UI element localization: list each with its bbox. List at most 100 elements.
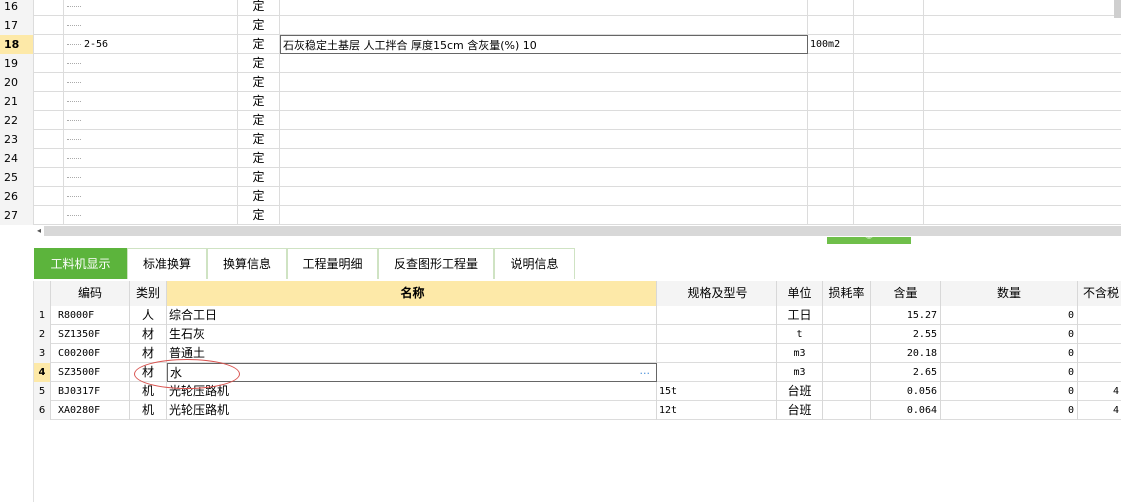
resource-content[interactable]: 20.18: [871, 344, 941, 363]
quota-cell[interactable]: [854, 149, 924, 168]
horizontal-scrollbar[interactable]: ◂: [34, 226, 1121, 236]
resource-loss-rate[interactable]: [823, 325, 871, 344]
row-number[interactable]: 26: [0, 187, 34, 206]
quota-type-cell[interactable]: 定: [238, 168, 280, 187]
quota-type-cell[interactable]: 定: [238, 54, 280, 73]
row-number[interactable]: 16: [0, 0, 34, 16]
quota-unit-cell[interactable]: [808, 54, 854, 73]
resource-price[interactable]: [1078, 325, 1121, 344]
quota-cell[interactable]: [854, 0, 924, 16]
quota-name-cell[interactable]: [280, 111, 808, 130]
resource-name-cell[interactable]: 普通土: [167, 344, 657, 363]
resource-row[interactable]: 2 SZ1350F 材生石灰 t 2.55 0: [34, 325, 1121, 344]
quota-row[interactable]: 24 定: [0, 149, 1121, 168]
quota-name-cell[interactable]: [280, 92, 808, 111]
header-spec[interactable]: 规格及型号: [657, 281, 777, 306]
row-number[interactable]: 27: [0, 206, 34, 225]
quota-cell[interactable]: [924, 35, 1121, 54]
header-unit[interactable]: 单位: [777, 281, 823, 306]
quota-row[interactable]: 16 定: [0, 0, 1121, 16]
header-quantity[interactable]: 数量: [941, 281, 1078, 306]
quota-code-cell[interactable]: [64, 16, 238, 35]
row-number[interactable]: 1: [34, 306, 51, 325]
resource-quantity[interactable]: 0: [941, 325, 1078, 344]
tab-standard-conversion[interactable]: 标准换算: [127, 248, 207, 279]
resource-unit[interactable]: 工日: [777, 306, 823, 325]
quota-code-cell[interactable]: [64, 92, 238, 111]
quota-cell[interactable]: [924, 187, 1121, 206]
quota-cell[interactable]: [854, 111, 924, 130]
row-number[interactable]: 2: [34, 325, 51, 344]
resource-price[interactable]: [1078, 306, 1121, 325]
resource-price[interactable]: [1078, 363, 1121, 382]
header-content[interactable]: 含量: [871, 281, 941, 306]
resource-code[interactable]: C00200F: [51, 344, 130, 363]
resource-unit[interactable]: 台班: [777, 401, 823, 420]
quota-row[interactable]: 23 定: [0, 130, 1121, 149]
quota-name-cell[interactable]: [280, 187, 808, 206]
quota-code-cell[interactable]: [64, 111, 238, 130]
resource-quantity[interactable]: 0: [941, 306, 1078, 325]
quota-type-cell[interactable]: 定: [238, 16, 280, 35]
quota-cell[interactable]: [854, 168, 924, 187]
quota-cell[interactable]: [854, 187, 924, 206]
resource-name-cell[interactable]: 光轮压路机: [167, 382, 657, 401]
header-name[interactable]: 名称: [167, 281, 657, 306]
resource-name-cell[interactable]: 水 ···: [167, 363, 657, 382]
quota-name-cell[interactable]: [280, 149, 808, 168]
row-number[interactable]: 5: [34, 382, 51, 401]
resource-spec[interactable]: [657, 325, 777, 344]
resource-loss-rate[interactable]: [823, 344, 871, 363]
resource-name-cell[interactable]: 光轮压路机: [167, 401, 657, 420]
quota-name-cell[interactable]: [280, 206, 808, 225]
quota-name-cell[interactable]: [280, 130, 808, 149]
resource-quantity[interactable]: 0: [941, 363, 1078, 382]
quota-cell[interactable]: [854, 35, 924, 54]
resource-spec[interactable]: 15t: [657, 382, 777, 401]
quota-cell[interactable]: [924, 149, 1121, 168]
resource-code[interactable]: R8000F: [51, 306, 130, 325]
row-number[interactable]: 25: [0, 168, 34, 187]
row-number[interactable]: 17: [0, 16, 34, 35]
quota-cell[interactable]: [854, 73, 924, 92]
quota-cell[interactable]: [924, 54, 1121, 73]
quota-code-cell[interactable]: [64, 54, 238, 73]
quota-unit-cell[interactable]: [808, 92, 854, 111]
quota-row[interactable]: 18 2-56 定石灰稳定土基层 人工拌合 厚度15cm 含灰量(%) 10 100m…: [0, 35, 1121, 54]
quota-name-cell[interactable]: [280, 54, 808, 73]
header-type[interactable]: 类别: [130, 281, 167, 306]
tab-description-info[interactable]: 说明信息: [494, 248, 575, 279]
resource-name-cell[interactable]: 综合工日: [167, 306, 657, 325]
quota-cell[interactable]: [854, 130, 924, 149]
quota-cell[interactable]: [854, 16, 924, 35]
row-number[interactable]: 21: [0, 92, 34, 111]
quota-row[interactable]: 17 定: [0, 16, 1121, 35]
resource-loss-rate[interactable]: [823, 382, 871, 401]
resource-loss-rate[interactable]: [823, 363, 871, 382]
quota-cell[interactable]: [854, 54, 924, 73]
quota-cell[interactable]: [924, 0, 1121, 16]
resource-code[interactable]: SZ1350F: [51, 325, 130, 344]
header-code[interactable]: 编码: [51, 281, 130, 306]
quota-cell[interactable]: [924, 111, 1121, 130]
tab-resource-display[interactable]: 工料机显示: [34, 248, 127, 279]
quota-row[interactable]: 20 定: [0, 73, 1121, 92]
quota-type-cell[interactable]: 定: [238, 92, 280, 111]
resource-spec[interactable]: [657, 306, 777, 325]
resource-content[interactable]: 0.064: [871, 401, 941, 420]
scroll-left-arrow-icon[interactable]: ◂: [34, 226, 44, 236]
quota-cell[interactable]: [924, 16, 1121, 35]
quota-cell[interactable]: [924, 92, 1121, 111]
quota-type-cell[interactable]: 定: [238, 111, 280, 130]
resource-row[interactable]: 1 R8000F 人综合工日 工日 15.27 0: [34, 306, 1121, 325]
quota-name-cell[interactable]: [280, 16, 808, 35]
row-number[interactable]: 22: [0, 111, 34, 130]
resource-unit[interactable]: m3: [777, 363, 823, 382]
resource-spec[interactable]: [657, 363, 777, 382]
quota-type-cell[interactable]: 定: [238, 187, 280, 206]
quota-cell[interactable]: [854, 206, 924, 225]
quota-code-cell[interactable]: [64, 206, 238, 225]
resource-row[interactable]: 6 XA0280F 机光轮压路机 12t 台班 0.064 0 4: [34, 401, 1121, 420]
resource-content[interactable]: 0.056: [871, 382, 941, 401]
resource-loss-rate[interactable]: [823, 306, 871, 325]
